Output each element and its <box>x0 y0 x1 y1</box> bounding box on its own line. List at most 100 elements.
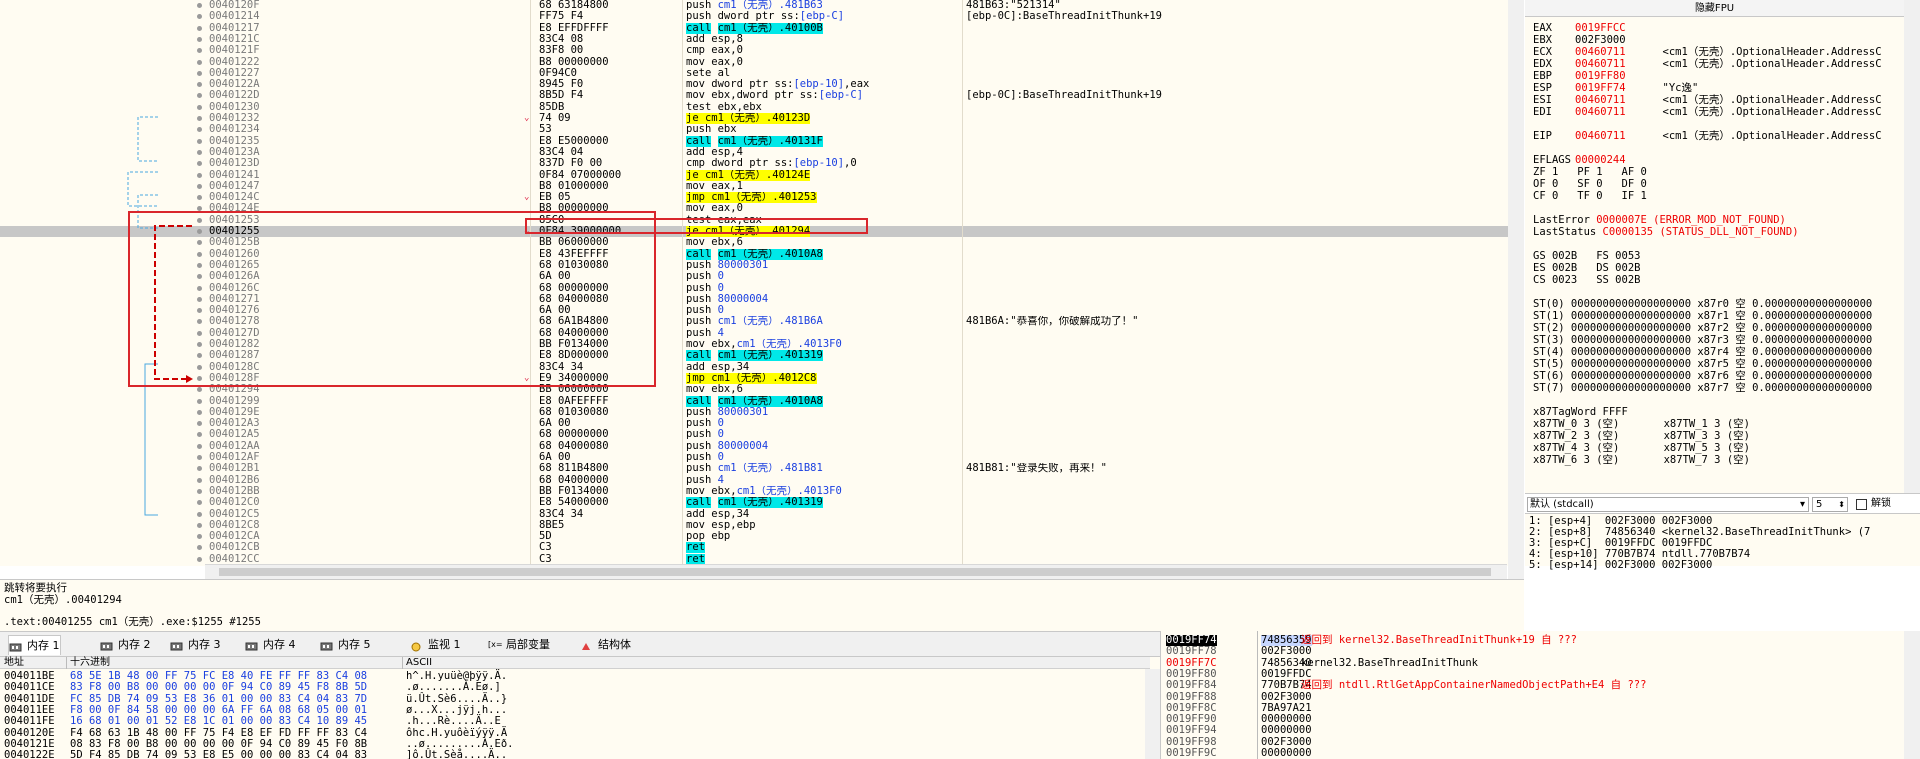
instruction: push 4 <box>686 475 724 486</box>
disasm-row[interactable]: 00401214 FF75 F4 push dword ptr ss:[ebp-C]… <box>0 11 1508 22</box>
bytes: 83F8 00 <box>539 45 584 57</box>
instruction: push dword ptr ss:[ebp-C] <box>686 11 844 22</box>
disasm-row[interactable]: 00401247 B8 01000000 mov eax,1 <box>0 181 1508 192</box>
disasm-row[interactable]: 0040120F 68 63184800 push cm1（无壳）.481B63 48… <box>0 0 1508 11</box>
dump-scrollbar[interactable] <box>1145 669 1160 759</box>
registers-panel: 隐藏FPU EAX 0019FFCC EBX 002F3000 ECX 00460711 … <box>1525 0 1920 493</box>
register-desc: <cm1（无壳）.OptionalHeader.AddressC <box>1643 94 1882 106</box>
hide-fpu-button[interactable]: 隐藏FPU <box>1525 0 1904 17</box>
instruction-token: mov ebx,dword ptr ss: <box>686 90 819 102</box>
dump-ascii: ü.Ût.Sè6....Ä..} <box>406 692 508 705</box>
registers-scrollbar[interactable] <box>1904 0 1920 493</box>
disasm-row[interactable]: 004012AA 68 04000080 push 80000004 <box>0 441 1508 452</box>
bytes: 6A 00 <box>539 418 571 430</box>
register-value[interactable]: 00460711 <box>1575 58 1626 70</box>
stack-row[interactable]: 0019FF94 00000000 <box>1161 725 1906 737</box>
register-value[interactable]: 002F3000 <box>1575 34 1626 46</box>
dump-hex: F4 68 63 1B 48 00 FF 75 F4 E8 EF FD FF F… <box>70 726 368 739</box>
disasm-row[interactable]: 004012CA 5D pop ebp <box>0 531 1508 542</box>
disasm-row[interactable]: 00401222 B8 00000000 mov eax,0 <box>0 57 1508 68</box>
unlock-checkbox[interactable] <box>1856 499 1867 510</box>
memory-dump[interactable]: 地址 十六进制 ASCII 004011BE 68 5E 1B 48 00 FF … <box>0 657 1160 759</box>
disasm-row[interactable]: 004012AF 6A 00 push 0 <box>0 452 1508 463</box>
disasm-row[interactable]: 0040124C ⌄ EB 05 jmp cm1（无壳）.401253 <box>0 192 1508 204</box>
disasm-row[interactable]: 00401230 85DB test ebx,ebx <box>0 102 1508 113</box>
dump-row[interactable]: 0040121E 08 83 F8 00 B8 00 00 00 00 0F 94… <box>0 738 1150 750</box>
dump-row[interactable]: 0040122E 5D F4 85 DB 74 09 53 E8 E5 00 00… <box>0 749 1150 759</box>
tab-局部变量[interactable]: [x= 局部变量 <box>488 635 550 655</box>
register-value[interactable]: 00460711 <box>1575 106 1626 118</box>
disasm-row[interactable]: 0040129E 68 01030080 push 80000301 <box>0 407 1508 418</box>
disasm-row[interactable]: 00401232 ⌄ 74 09 je cm1（无壳）.40123D <box>0 113 1508 124</box>
instruction-token: push ebx <box>686 124 737 136</box>
instruction: mov ebx,6 <box>686 237 743 248</box>
dump-row[interactable]: 0040120E F4 68 63 1B 48 00 FF 75 F4 E8 EF… <box>0 727 1150 739</box>
register-value[interactable]: 00460711 <box>1575 130 1626 142</box>
disasm-row[interactable]: 00401241 0F84 07000000 je cm1（无壳）.40124E <box>0 169 1508 181</box>
disasm-row[interactable]: 004012A3 6A 00 push 0 <box>0 418 1508 429</box>
fpu-st-row: ST(4) 0000000000000000000 x87r4 空 0.0000… <box>1533 346 1903 358</box>
tab-内存 1[interactable]: 内存 1 <box>8 635 61 655</box>
col-hex[interactable]: 十六进制 <box>70 657 110 669</box>
dump-row[interactable]: 004011EE F8 00 0F 84 58 00 00 00 6A FF 6A… <box>0 704 1150 716</box>
register-value[interactable]: 0019FF80 <box>1575 70 1626 82</box>
col-address[interactable]: 地址 <box>4 657 24 669</box>
col-ascii[interactable]: ASCII <box>406 657 432 669</box>
dump-ascii: ]ô.Ût.Sèå....Ä.. <box>406 749 508 759</box>
stack-view[interactable]: 0019FF74 74856359 返回到 kernel32.BaseThreadI… <box>1160 631 1920 759</box>
tab-内存 2[interactable]: 内存 2 <box>100 635 151 655</box>
disasm-row[interactable]: 00401227 0F94C0 sete al <box>0 68 1508 79</box>
argument-row[interactable]: 5: [esp+14] 002F3000 002F3000 <box>1529 560 1712 571</box>
stack-row[interactable]: 0019FF84 770B7B74 返回到 ntdll.RtlGetAppConta… <box>1161 679 1906 691</box>
tab-内存 4[interactable]: 内存 4 <box>245 635 296 655</box>
address: 00401247 <box>209 180 260 192</box>
disasm-row[interactable]: 0040123A 83C4 04 add esp,4 <box>0 147 1508 158</box>
stack-scrollbar[interactable] <box>1904 631 1920 759</box>
tab-内存 3[interactable]: 内存 3 <box>170 635 221 655</box>
stack-row[interactable]: 0019FF78 002F3000 <box>1161 645 1906 657</box>
disasm-row[interactable]: 004012BB BB F0134000 mov ebx,cm1（无壳）.4013F… <box>0 486 1508 497</box>
disasm-row[interactable]: 00401235 E8 E5000000 call cm1（无壳）.40131F <box>0 135 1508 147</box>
dump-row[interactable]: 004011BE 68 5E 1B 48 00 FF 75 FC E8 40 FE… <box>0 670 1150 682</box>
segment-text: CS 0023 SS 002B <box>1533 274 1641 286</box>
comment: [ebp-0C]:BaseThreadInitThunk+19 <box>966 90 1162 102</box>
tab-内存 5[interactable]: 内存 5 <box>320 635 371 655</box>
horizontal-scrollbar[interactable] <box>205 564 1507 579</box>
fold-chevron-icon[interactable]: ⌄ <box>524 113 529 124</box>
address: 00401232 <box>209 113 260 124</box>
register-value[interactable]: 00460711 <box>1575 46 1626 58</box>
disassembly-view[interactable]: 0040120F 68 63184800 push cm1（无壳）.481B63 48… <box>0 0 1524 566</box>
disasm-row[interactable]: 004012B1 68 811B4800 push cm1（无壳）.481B81 48… <box>0 463 1508 474</box>
stack-row[interactable]: 0019FF9C 00000000 <box>1161 747 1906 759</box>
disasm-row[interactable]: 00401299 E8 0AFEFFFF call cm1（无壳）.4010A8 <box>0 395 1508 407</box>
register-value[interactable]: 00000244 <box>1575 154 1626 166</box>
address: 00401222 <box>209 56 260 68</box>
register-value[interactable]: 0019FF74 <box>1575 82 1626 94</box>
disasm-row[interactable]: 00401217 E8 EFFDFFFF call cm1（无壳）.40100B <box>0 22 1508 34</box>
disasm-row[interactable]: 00401234 53 push ebx <box>0 124 1508 135</box>
disasm-row[interactable]: 004012B6 68 04000000 push 4 <box>0 475 1508 486</box>
disasm-row[interactable]: 0040122A 8945 F0 mov dword ptr ss:[ebp-10]… <box>0 79 1508 90</box>
fold-chevron-icon[interactable]: ⌄ <box>524 192 529 203</box>
vertical-scrollbar[interactable] <box>1508 0 1524 579</box>
tab-监视 1[interactable]: 监视 1 <box>410 635 461 655</box>
dump-row[interactable]: 004011DE FC 85 DB 74 09 53 E8 36 01 00 00… <box>0 693 1150 705</box>
calling-convention-select[interactable]: 默认 (stdcall) ▾ <box>1527 497 1809 512</box>
register-value[interactable]: 0019FFCC <box>1575 22 1626 34</box>
register-value[interactable]: 00460711 <box>1575 94 1626 106</box>
disasm-row[interactable]: 0040121F 83F8 00 cmp eax,0 <box>0 45 1508 56</box>
disasm-row[interactable]: 004012C5 83C4 34 add esp,34 <box>0 509 1508 520</box>
disasm-row[interactable]: 0040122D 8B5D F4 mov ebx,dword ptr ss:[ebp… <box>0 90 1508 101</box>
disasm-row[interactable]: 004012CB C3 ret <box>0 542 1508 554</box>
tab-结构体[interactable]: 结构体 <box>580 635 631 655</box>
unlock-label: 解锁 <box>1871 498 1891 509</box>
disasm-row[interactable]: 004012C0 E8 54000000 call cm1（无壳）.401319 <box>0 497 1508 509</box>
dump-row[interactable]: 004011FE 16 68 01 00 01 52 E8 1C 01 00 00… <box>0 715 1150 727</box>
arg-count-spinner[interactable]: 5 ⬍ <box>1812 497 1848 512</box>
disasm-row[interactable]: 0040121C 83C4 08 add esp,8 <box>0 34 1508 45</box>
instruction-token: push <box>686 440 718 452</box>
disasm-row[interactable]: 004012A5 68 00000000 push 0 <box>0 429 1508 440</box>
disasm-row[interactable]: 004012C8 8BE5 mov esp,ebp <box>0 520 1508 531</box>
dump-row[interactable]: 004011CE 83 F8 00 B8 00 00 00 00 0F 94 C0… <box>0 681 1150 693</box>
disasm-row[interactable]: 0040123D 837D F0 00 cmp dword ptr ss:[ebp-… <box>0 158 1508 169</box>
